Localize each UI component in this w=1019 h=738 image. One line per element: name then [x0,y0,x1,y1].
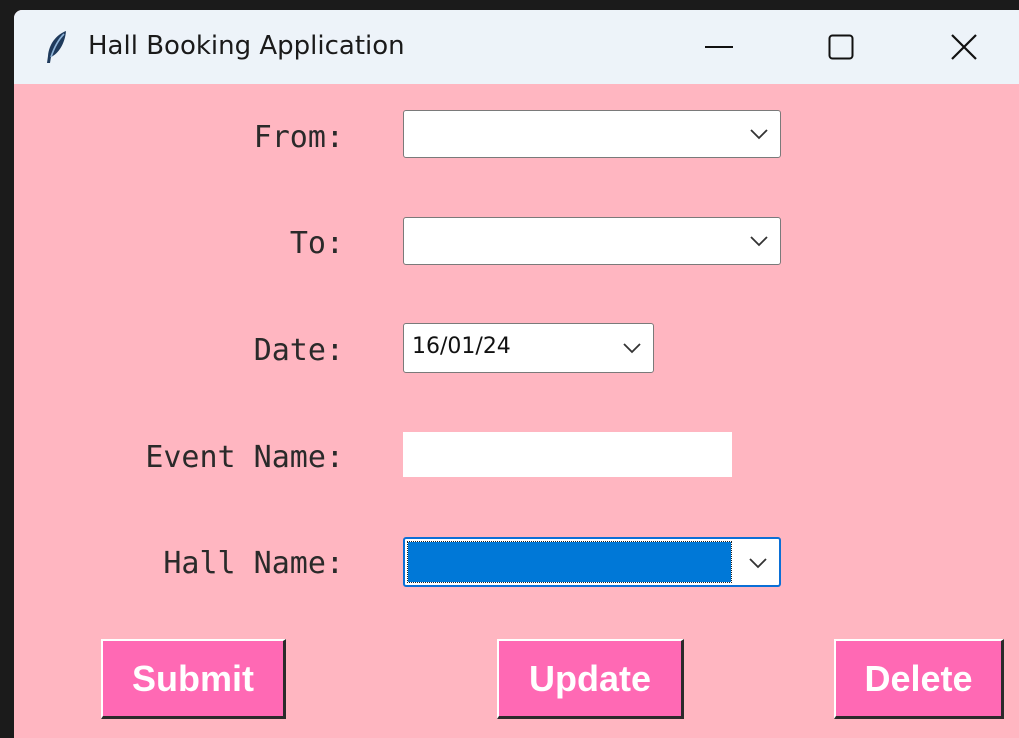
from-combobox[interactable] [403,110,781,158]
chevron-down-icon[interactable] [749,557,767,569]
to-label: To: [289,226,344,261]
from-label: From: [253,120,344,155]
maximize-icon [828,34,854,60]
close-icon [951,34,977,60]
date-picker[interactable]: 16/01/24 [403,323,654,373]
date-value[interactable]: 16/01/24 [412,324,511,370]
feather-icon [47,31,66,63]
minimize-button[interactable] [664,10,774,84]
chevron-down-icon[interactable] [623,342,641,354]
delete-button[interactable]: Delete [834,639,1004,719]
hall-name-combobox[interactable] [403,537,781,587]
close-button[interactable] [909,10,1019,84]
chevron-down-icon[interactable] [750,128,768,140]
submit-button[interactable]: Submit [101,639,286,719]
title-bar[interactable]: Hall Booking Application [14,10,1019,84]
minimize-icon [705,46,733,48]
hall-name-selection [407,541,732,583]
update-button[interactable]: Update [497,639,684,719]
date-label: Date: [253,333,344,368]
maximize-button[interactable] [786,10,896,84]
chevron-down-icon[interactable] [750,235,768,247]
event-name-label: Event Name: [145,440,344,475]
event-name-input[interactable] [403,432,732,477]
app-window: Hall Booking Application From: To: Date:… [14,10,1019,738]
hall-name-label: Hall Name: [163,546,344,581]
to-combobox[interactable] [403,217,781,265]
window-title: Hall Booking Application [88,31,405,61]
